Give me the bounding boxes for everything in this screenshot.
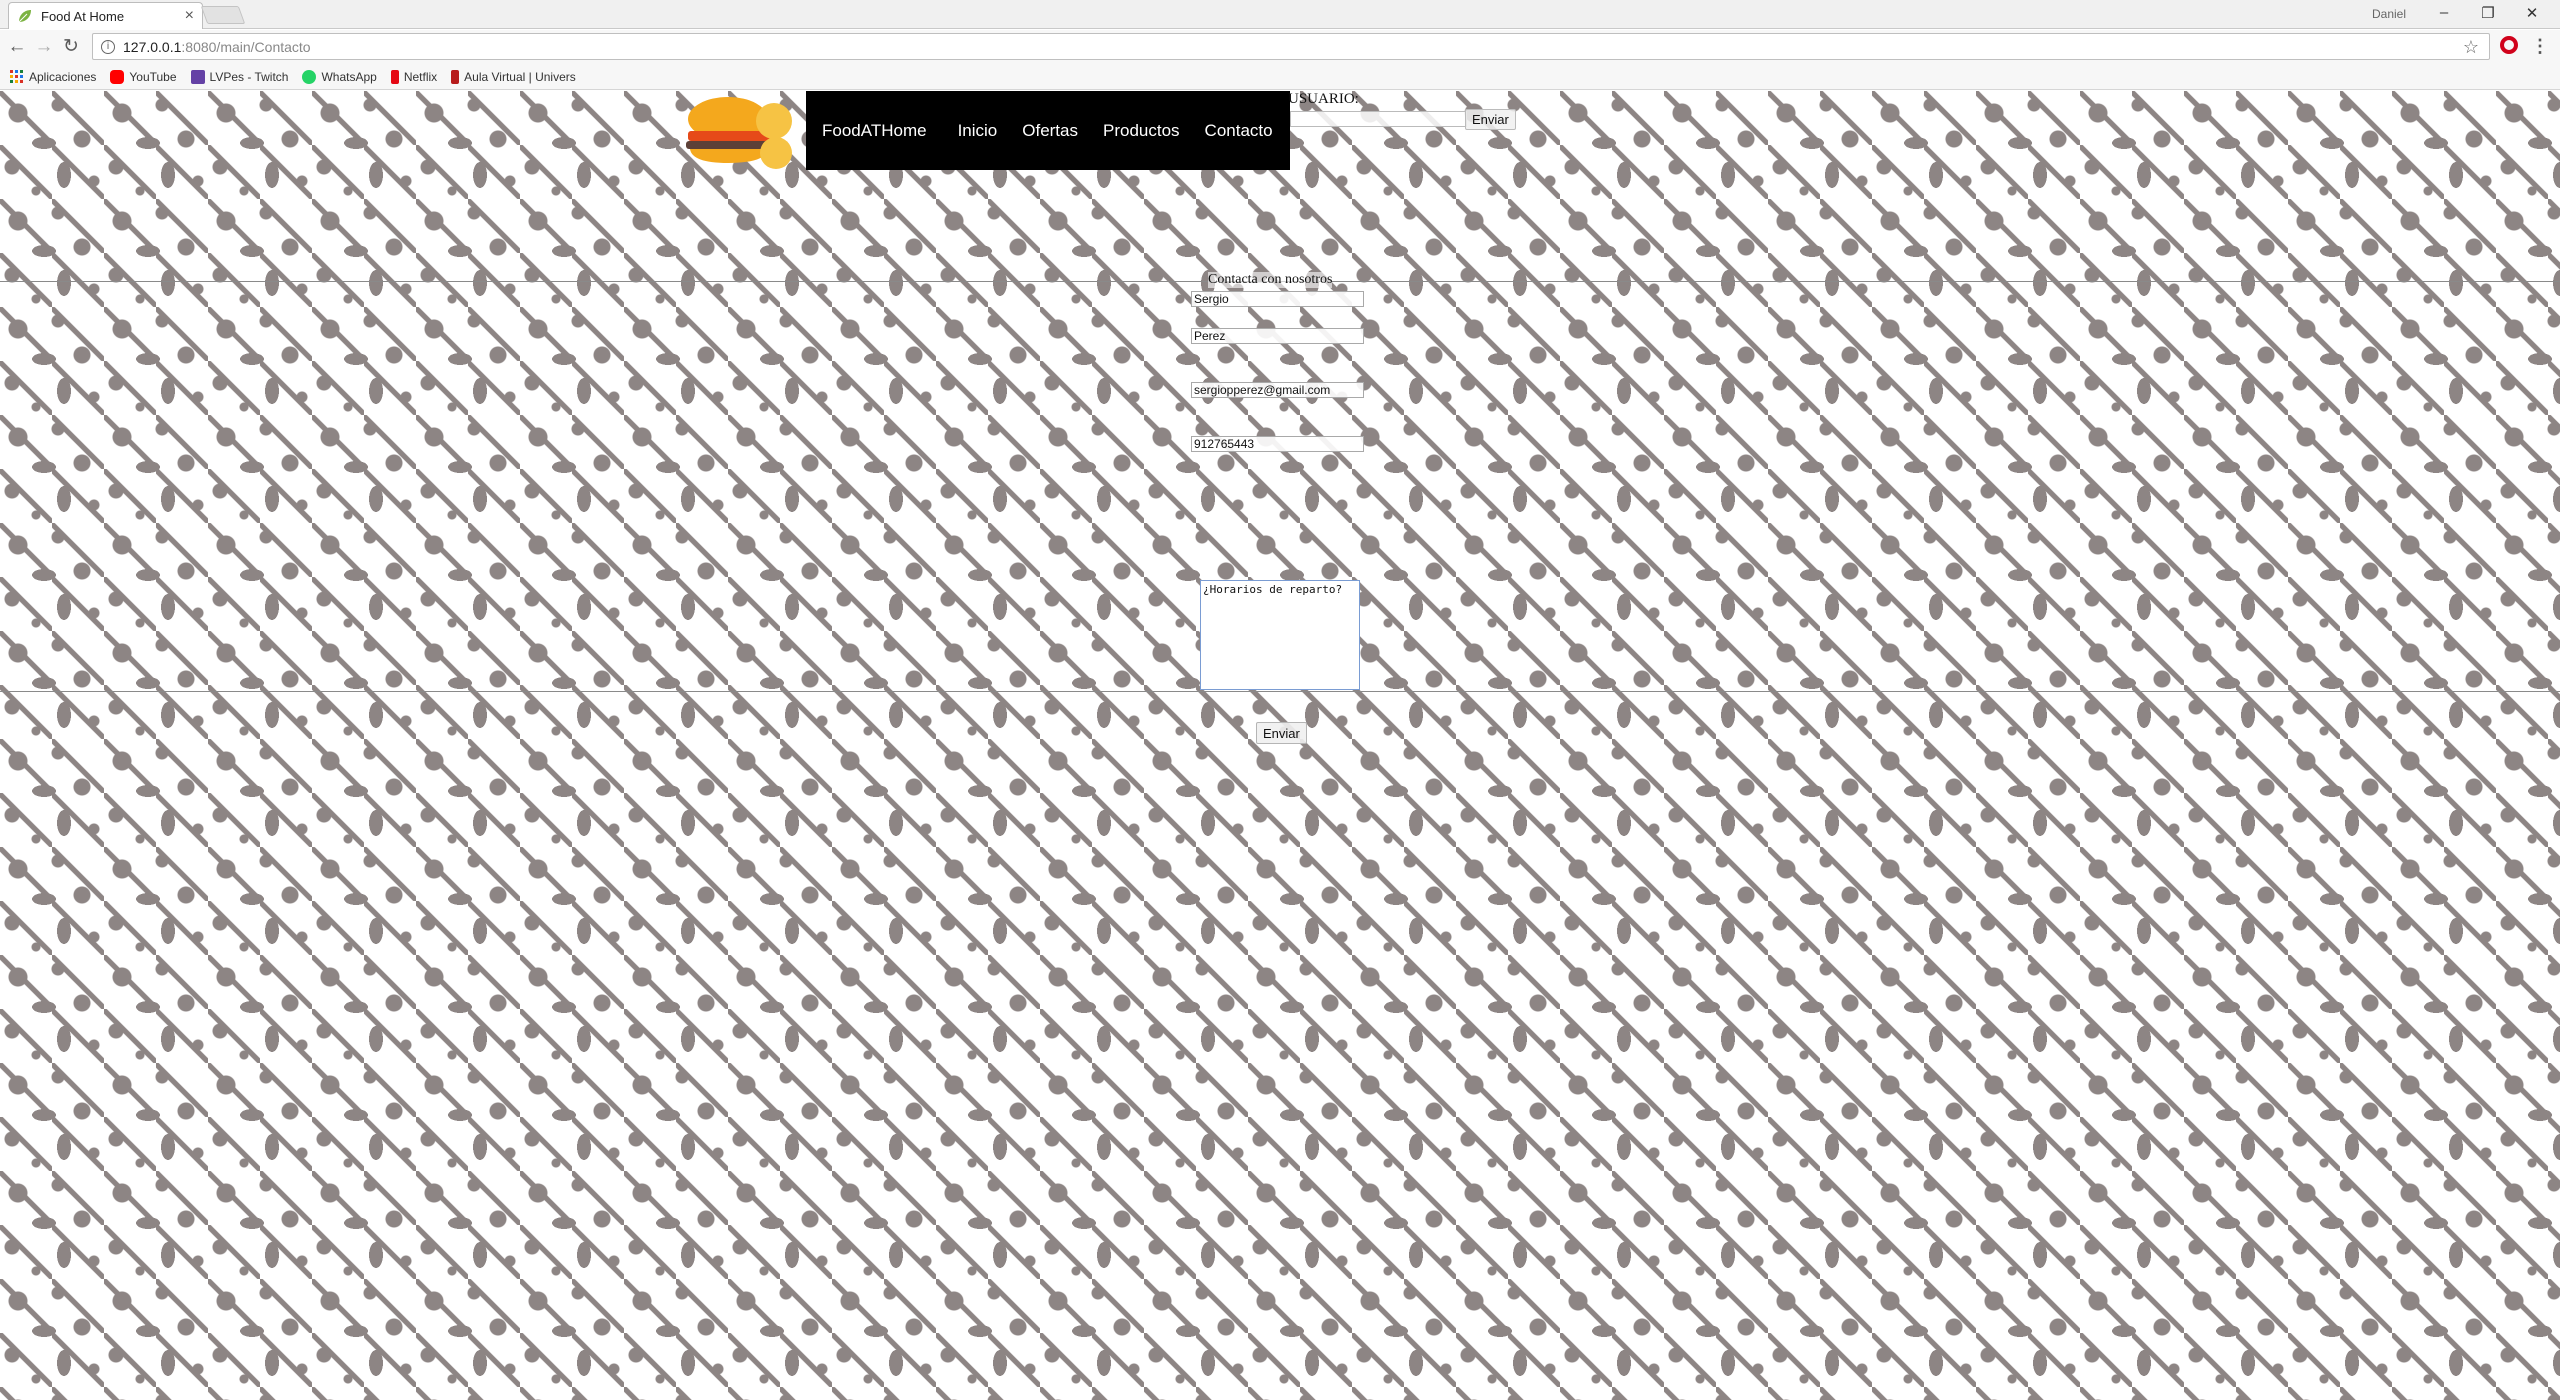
minimize-icon[interactable]: – <box>2424 4 2464 21</box>
bookmark-label: Netflix <box>403 69 438 84</box>
opera-extension-icon[interactable] <box>2500 36 2518 54</box>
user-input[interactable] <box>1290 111 1467 127</box>
browser-toolbar: ← → ↻ i 127.0.0.1:8080/main/Contacto ☆ ⋮ <box>0 30 2560 64</box>
url-host: 127.0.0.1 <box>123 38 182 55</box>
contact-submit-button[interactable]: Enviar <box>1256 722 1307 744</box>
back-icon[interactable]: ← <box>6 36 28 58</box>
university-icon <box>451 69 460 84</box>
food-at-home-logo[interactable] <box>678 91 796 175</box>
bookmark-whatsapp[interactable]: WhatsApp <box>302 69 377 84</box>
bookmark-label: Aplicaciones <box>29 69 97 84</box>
url-path: :8080/main/Contacto <box>181 38 311 55</box>
new-tab-button[interactable] <box>200 6 246 24</box>
user-submit-button[interactable]: Enviar <box>1465 109 1516 130</box>
profile-name[interactable]: Daniel <box>2372 7 2406 21</box>
email-field[interactable] <box>1191 382 1364 398</box>
forward-icon[interactable]: → <box>33 36 55 58</box>
apps-grid-icon <box>10 69 23 83</box>
bookmark-apps[interactable]: Aplicaciones <box>10 69 97 84</box>
leaf-favicon-icon <box>18 10 31 23</box>
netflix-icon <box>390 69 399 84</box>
nav-ofertas[interactable]: Ofertas <box>1022 121 1094 141</box>
bookmark-twitch[interactable]: LVPes - Twitch <box>190 69 289 84</box>
bookmarks-bar: Aplicaciones YouTube LVPes - Twitch What… <box>0 64 2560 90</box>
bookmark-aula-virtual[interactable]: Aula Virtual | Univers <box>451 69 576 84</box>
bookmark-label: WhatsApp <box>321 69 377 84</box>
main-navbar: FoodATHome Inicio Ofertas Productos Cont… <box>806 91 1290 170</box>
bookmark-youtube[interactable]: YouTube <box>110 69 177 84</box>
twitch-icon <box>190 69 205 84</box>
nav-brand[interactable]: FoodATHome <box>822 121 943 141</box>
last-name-field[interactable] <box>1191 328 1364 344</box>
youtube-icon <box>110 69 125 84</box>
bookmark-label: Aula Virtual | Univers <box>464 69 576 84</box>
info-icon[interactable]: i <box>101 39 115 54</box>
whatsapp-icon <box>302 69 317 84</box>
section-divider <box>0 691 2560 692</box>
close-window-icon[interactable]: ✕ <box>2512 4 2552 22</box>
nav-productos[interactable]: Productos <box>1103 121 1196 141</box>
browser-menu-icon[interactable]: ⋮ <box>2531 36 2549 57</box>
bookmark-label: YouTube <box>129 69 177 84</box>
bookmark-star-icon[interactable]: ☆ <box>2463 37 2479 58</box>
browser-tab-strip: Food At Home × Daniel – ❐ ✕ <box>0 0 2560 29</box>
first-name-field[interactable] <box>1191 291 1364 307</box>
bookmark-label: LVPes - Twitch <box>209 69 289 84</box>
message-textarea[interactable]: ¿Horarios de reparto? <box>1200 580 1360 690</box>
nav-inicio[interactable]: Inicio <box>958 121 1014 141</box>
page-background: FoodATHome Inicio Ofertas Productos Cont… <box>0 91 2560 1400</box>
reload-icon[interactable]: ↻ <box>60 36 82 58</box>
address-bar[interactable]: i 127.0.0.1:8080/main/Contacto ☆ <box>92 33 2490 60</box>
tab-close-icon[interactable]: × <box>185 8 194 24</box>
tab-title: Food At Home <box>41 8 125 24</box>
restore-icon[interactable]: ❐ <box>2468 4 2508 22</box>
phone-field[interactable] <box>1191 436 1364 452</box>
browser-tab[interactable]: Food At Home × <box>8 2 203 29</box>
nav-contacto[interactable]: Contacto <box>1205 121 1289 141</box>
bookmark-netflix[interactable]: Netflix <box>390 69 438 84</box>
contact-title: Contacta con nosotros <box>1208 272 1333 288</box>
user-label: USUARIO: <box>1288 91 1359 107</box>
